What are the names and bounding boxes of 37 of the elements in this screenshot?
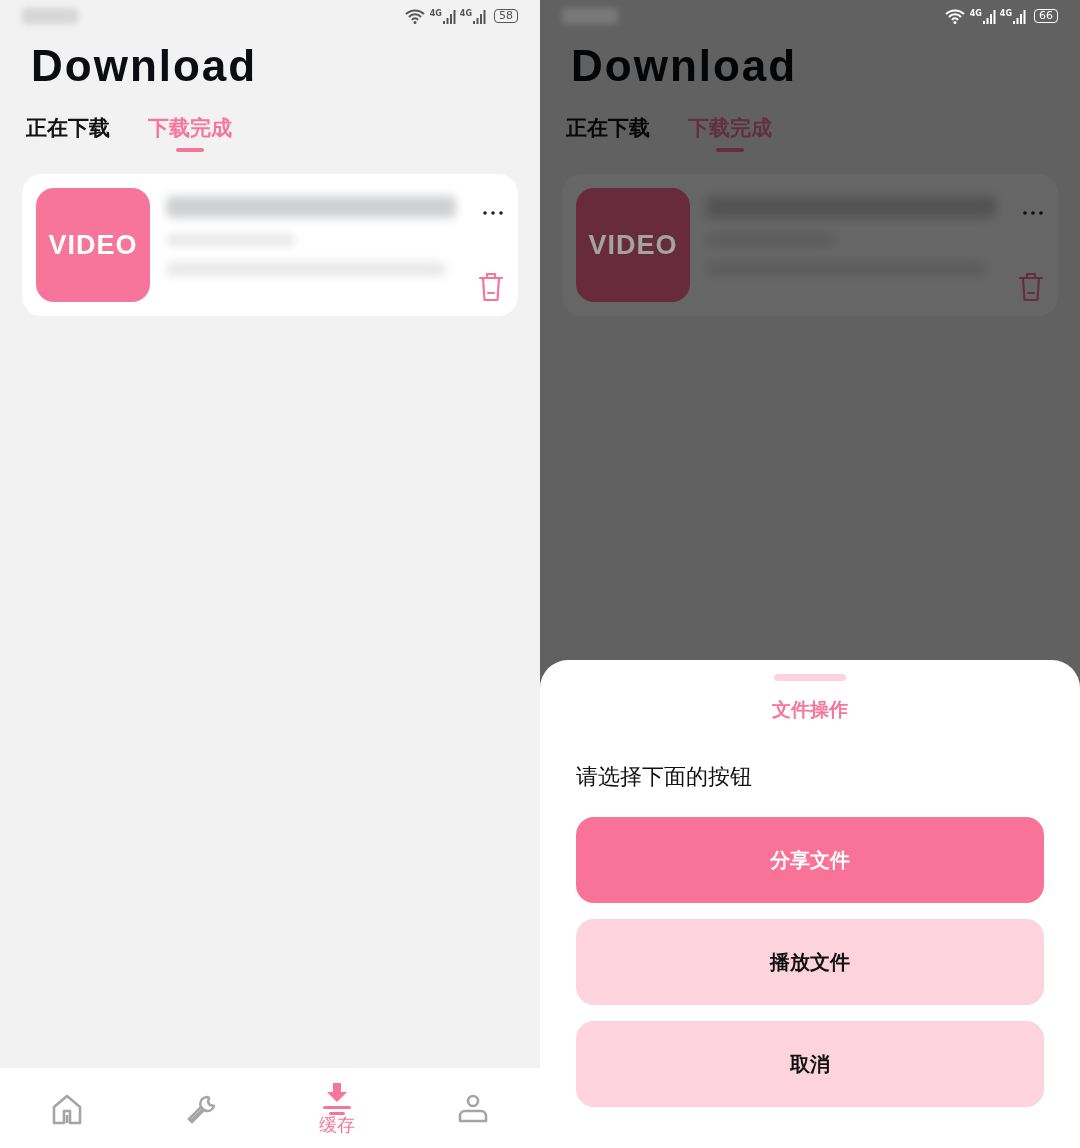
sheet-prompt: 请选择下面的按钮	[576, 762, 753, 791]
trash-icon	[478, 272, 504, 302]
action-button[interactable]: 取消	[576, 1020, 1044, 1107]
page-title: Download	[571, 40, 799, 92]
delete-button[interactable]	[478, 272, 504, 302]
video-thumbnail: VIDEO	[36, 188, 150, 302]
sheet-title: 文件操作	[771, 697, 849, 722]
tab[interactable]: 正在下载	[26, 106, 110, 152]
tab-indicator	[176, 148, 204, 152]
tab[interactable]: 下载完成	[148, 106, 232, 152]
battery-level: 58	[494, 9, 518, 23]
trash-icon	[1018, 272, 1044, 302]
drag-handle[interactable]	[774, 674, 846, 681]
signal-icon	[472, 8, 486, 24]
network-type: 4G	[999, 8, 1012, 20]
more-icon	[482, 209, 504, 216]
signal-icon	[981, 8, 996, 24]
signal-icon	[1012, 8, 1026, 24]
wifi-icon	[403, 8, 426, 24]
network-type: 4G	[429, 8, 442, 20]
download-card[interactable]: VIDEO	[22, 174, 518, 316]
download-card[interactable]: VIDEO	[562, 174, 1058, 316]
blurred-time	[22, 8, 78, 24]
signal-icon	[441, 8, 456, 24]
delete-button[interactable]	[1018, 272, 1044, 302]
action-button[interactable]: 播放文件	[576, 918, 1044, 1005]
wifi-icon	[943, 8, 966, 24]
network-type: 4G	[459, 8, 472, 20]
tab[interactable]: 正在下载	[566, 106, 650, 152]
battery-level: 66	[1034, 9, 1058, 23]
nav-tab[interactable]: 缓存	[319, 1081, 356, 1135]
more-icon	[1022, 209, 1044, 216]
video-thumbnail: VIDEO	[576, 188, 690, 302]
page-title: Download	[31, 40, 259, 92]
tab-indicator	[716, 148, 744, 152]
network-type: 4G	[969, 8, 982, 20]
action-button[interactable]: 分享文件	[576, 816, 1044, 903]
